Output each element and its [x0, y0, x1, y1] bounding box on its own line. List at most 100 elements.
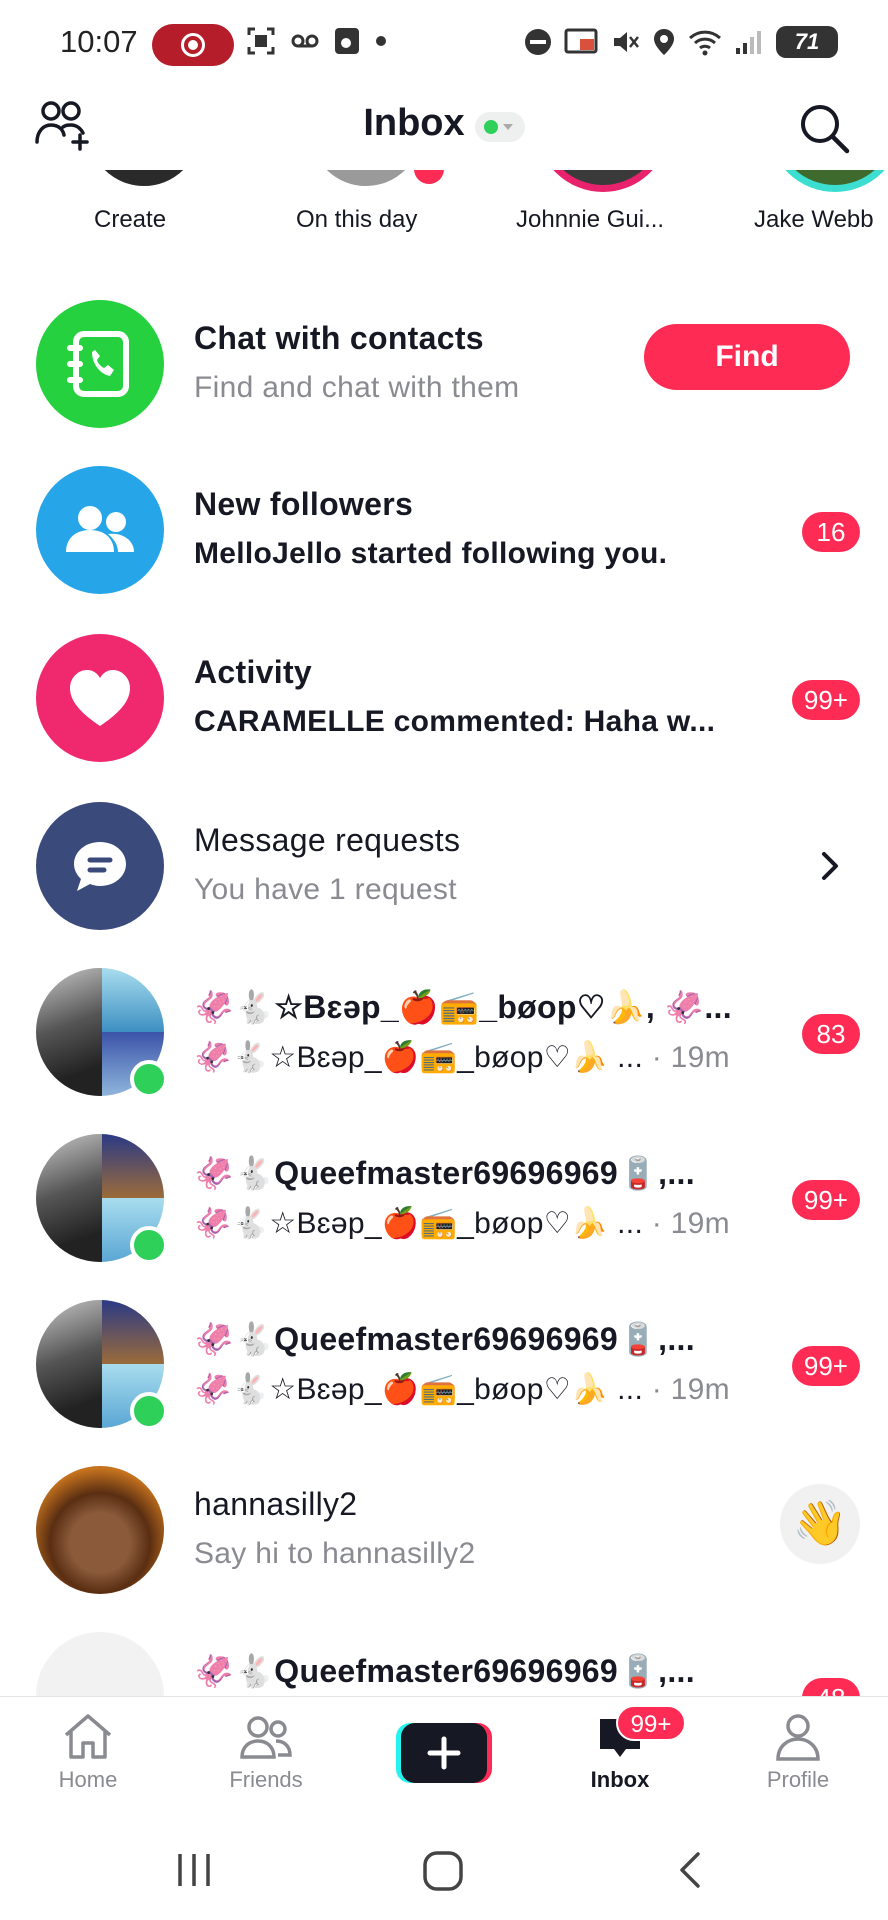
- find-button[interactable]: Find: [644, 324, 850, 390]
- nav-friends[interactable]: Friends: [206, 1711, 326, 1793]
- activity-badge: 99+: [791, 680, 860, 720]
- stories-strip: Create On this day Johnnie Gui... Jake W…: [0, 170, 888, 240]
- home-button-icon[interactable]: [422, 1850, 464, 1892]
- story-badge: [414, 170, 444, 184]
- status-toggle[interactable]: [474, 111, 525, 142]
- signal-icon: [736, 31, 761, 54]
- story-avatar: [84, 170, 204, 190]
- group-avatar: [36, 1632, 164, 1696]
- nav-profile[interactable]: Profile: [738, 1711, 858, 1793]
- group3-time: · 19m: [643, 1373, 730, 1406]
- group3-text: 🦑🐇Queefmaster69696969🪫,... 🦑🐇☆Bɛəp_🍎📻_bø…: [194, 1320, 758, 1407]
- followers-title: New followers: [194, 486, 414, 522]
- group1-subtitle: 🦑🐇☆Bɛəp_🍎📻_bøop♡🍌 ... · 19m: [194, 1040, 758, 1075]
- activity-icon-circle: [36, 634, 164, 762]
- group1-preview: 🦑🐇☆Bɛəp_🍎📻_bøop♡🍌 ...: [194, 1041, 644, 1074]
- system-icons: 71: [524, 26, 838, 58]
- contacts-subtitle: Find and chat with them: [194, 371, 520, 404]
- group2-time: · 19m: [643, 1207, 730, 1240]
- hanna-subtitle: Say hi to hannasilly2: [194, 1537, 476, 1570]
- group-chat-row-2[interactable]: 🦑🐇Queefmaster69696969🪫,... 🦑🐇☆Bɛəp_🍎📻_bø…: [0, 1114, 888, 1280]
- group2-subtitle: 🦑🐇☆Bɛəp_🍎📻_bøop♡🍌 ... · 19m: [194, 1206, 758, 1241]
- story-label: Create: [94, 206, 167, 233]
- bottom-nav: Home Friends Inbox 99+ Profile: [0, 1696, 888, 1820]
- recent-apps-icon[interactable]: [174, 1850, 214, 1890]
- new-followers-row[interactable]: New followers MelloJello started followi…: [0, 446, 888, 612]
- group4-text: 🦑🐇Queefmaster69696969🪫,...: [194, 1652, 758, 1690]
- story-avatar: [306, 170, 426, 190]
- more-dot-icon: [376, 36, 386, 46]
- create-plus-button[interactable]: [396, 1721, 492, 1785]
- screen-record-indicator[interactable]: [152, 24, 234, 66]
- chevron-right-icon[interactable]: [816, 846, 844, 886]
- nav-label: Profile: [766, 1767, 830, 1792]
- group1-text: 🦑🐇☆Bɛəp_🍎📻_bøop♡🍌, 🦑... 🦑🐇☆Bɛəp_🍎📻_bøop♡…: [194, 988, 758, 1075]
- group3-preview: 🦑🐇☆Bɛəp_🍎📻_bøop♡🍌 ...: [194, 1373, 644, 1406]
- activity-title: Activity: [194, 654, 312, 690]
- group3-badge: 99+: [791, 1346, 860, 1386]
- message-requests-row[interactable]: Message requests You have 1 request: [0, 782, 888, 948]
- group4-title: 🦑🐇Queefmaster69696969🪫,...: [194, 1653, 695, 1689]
- followers-icon-circle: [36, 466, 164, 594]
- group2-text: 🦑🐇Queefmaster69696969🪫,... 🦑🐇☆Bɛəp_🍎📻_bø…: [194, 1154, 758, 1241]
- story-avatar: [536, 170, 670, 192]
- inbox-nav-badge: 99+: [616, 1705, 686, 1741]
- story-johnnie[interactable]: Johnnie Gui...: [516, 170, 686, 240]
- followers-text: New followers MelloJello started followi…: [194, 486, 758, 571]
- dnd-icon: [525, 29, 551, 55]
- people-icon: [66, 506, 134, 552]
- hannasilly2-row[interactable]: hannasilly2 Say hi to hannasilly2 👋: [0, 1446, 888, 1612]
- story-avatar: [768, 170, 888, 192]
- contacts-title: Chat with contacts: [194, 320, 484, 356]
- nav-home[interactable]: Home: [28, 1711, 148, 1793]
- group-chat-row-3[interactable]: 🦑🐇Queefmaster69696969🪫,... 🦑🐇☆Bɛəp_🍎📻_bø…: [0, 1280, 888, 1446]
- nav-label: Home: [58, 1767, 118, 1792]
- story-label: Johnnie Gui...: [516, 206, 665, 233]
- friends-icon: [240, 1716, 292, 1759]
- group3-title: 🦑🐇Queefmaster69696969🪫,...: [194, 1321, 695, 1357]
- contacts-text: Chat with contacts Find and chat with th…: [194, 320, 628, 405]
- story-label: On this day: [296, 206, 418, 233]
- system-nav-bar: [0, 1820, 888, 1920]
- requests-icon-circle: [36, 802, 164, 930]
- search-icon[interactable]: [796, 100, 852, 156]
- story-label: Jake Webb: [754, 206, 874, 233]
- group-chat-row-1[interactable]: 🦑🐇☆Bɛəp_🍎📻_bøop♡🍌, 🦑... 🦑🐇☆Bɛəp_🍎📻_bøop♡…: [0, 948, 888, 1114]
- story-create[interactable]: Create: [74, 170, 204, 240]
- back-icon[interactable]: [674, 1850, 704, 1890]
- profile-icon: [776, 1714, 820, 1761]
- online-indicator: [130, 1060, 168, 1098]
- chat-with-contacts-row[interactable]: Chat with contacts Find and chat with th…: [0, 280, 888, 446]
- tiktok-notification-icon: [335, 28, 359, 54]
- online-indicator: [130, 1392, 168, 1430]
- notification-icons: [246, 26, 388, 56]
- activity-text: Activity CARAMELLE commented: Haha w...: [194, 654, 758, 739]
- contacts-icon-circle: [36, 300, 164, 428]
- battery-indicator: 71: [776, 26, 838, 58]
- avatar: [36, 1466, 164, 1594]
- status-time: 10:07: [60, 24, 138, 59]
- group2-preview: 🦑🐇☆Bɛəp_🍎📻_bøop♡🍌 ...: [194, 1207, 644, 1240]
- location-icon: [654, 29, 674, 55]
- group1-time: · 19m: [643, 1041, 730, 1074]
- wave-button[interactable]: 👋: [780, 1484, 860, 1564]
- activity-row[interactable]: Activity CARAMELLE commented: Haha w... …: [0, 614, 888, 780]
- chat-bubble-icon: [74, 842, 126, 891]
- cast-icon: [564, 28, 598, 54]
- mute-icon: [614, 32, 639, 52]
- story-on-this-day[interactable]: On this day: [296, 170, 446, 240]
- inbox-header: Inbox: [0, 90, 888, 170]
- requests-subtitle: You have 1 request: [194, 873, 457, 906]
- status-bar: 10:07 71: [0, 0, 888, 90]
- followers-subtitle: MelloJello started following you.: [194, 537, 668, 570]
- online-indicator: [130, 1226, 168, 1264]
- title-wrap: Inbox: [0, 102, 888, 146]
- group2-badge: 99+: [791, 1180, 860, 1220]
- home-icon: [64, 1714, 112, 1759]
- voicemail-icon: [291, 34, 319, 48]
- story-jake[interactable]: Jake Webb: [752, 170, 888, 240]
- group-chat-row-4[interactable]: 🦑🐇Queefmaster69696969🪫,... 48: [0, 1612, 888, 1696]
- phone-book-icon: [67, 331, 129, 397]
- heart-icon: [70, 670, 130, 726]
- hanna-text: hannasilly2 Say hi to hannasilly2: [194, 1486, 758, 1571]
